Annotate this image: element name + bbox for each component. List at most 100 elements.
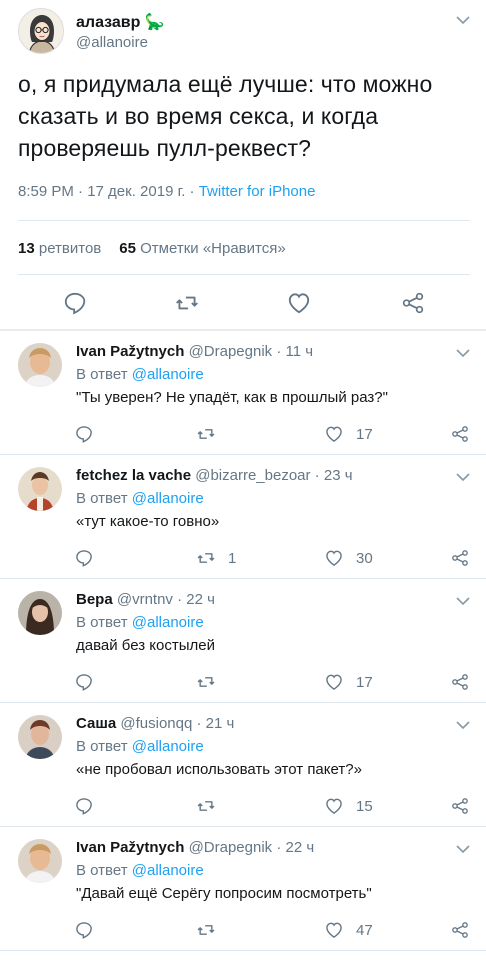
reply-tweet[interactable]: Ivan Pažytnych @Drapegnik · 22 ч В ответ… [0, 827, 486, 951]
reply-author-name[interactable]: fetchez la vache [76, 467, 191, 484]
chevron-down-icon[interactable] [455, 595, 471, 607]
reply-icon[interactable] [74, 796, 94, 816]
reply-header: Саша @fusionqq · 21 ч [76, 715, 234, 732]
reply-handle-time[interactable]: @Drapegnik · 22 ч [189, 839, 315, 856]
tweet-source[interactable]: Twitter for iPhone [199, 183, 316, 200]
tweet-time[interactable]: 8:59 PM · 17 дек. 2019 г. · [18, 183, 199, 200]
avatar-illustration [19, 9, 63, 53]
reply-tweet[interactable]: fetchez la vache @bizarre_bezoar · 23 ч … [0, 455, 486, 579]
chevron-down-icon[interactable] [455, 719, 471, 731]
reply-mention[interactable]: @allanoire [132, 738, 204, 755]
reply-author-name[interactable]: Вера [76, 591, 113, 608]
share-icon[interactable] [450, 920, 470, 940]
share-icon[interactable] [450, 548, 470, 568]
retweets-stat[interactable]: 13 ретвитов [18, 240, 101, 257]
reply-header: fetchez la vache @bizarre_bezoar · 23 ч [76, 467, 353, 484]
retweet-count: 1 [228, 550, 237, 567]
reply-handle-time[interactable]: @fusionqq · 21 ч [120, 715, 234, 732]
divider [18, 274, 470, 275]
reply-icon[interactable] [74, 920, 94, 940]
replying-to: В ответ @allanoire [76, 738, 204, 755]
author-name-line[interactable]: алазавр 🦕 [76, 12, 165, 32]
avatar-photo [18, 467, 62, 511]
reply-handle-time[interactable]: @Drapegnik · 11 ч [189, 343, 313, 360]
reply-prefix: В ответ [76, 614, 128, 631]
reply-mention[interactable]: @allanoire [132, 490, 204, 507]
reply-icon[interactable] [62, 290, 88, 316]
reply-tweet[interactable]: Ivan Pažytnych @Drapegnik · 11 ч В ответ… [0, 331, 486, 455]
reply-mention[interactable]: @allanoire [132, 614, 204, 631]
avatar-photo [18, 591, 62, 635]
share-icon[interactable] [450, 672, 470, 692]
reply-header: Ivan Pažytnych @Drapegnik · 11 ч [76, 343, 313, 360]
reply-mention[interactable]: @allanoire [132, 366, 204, 383]
like-count: 15 [356, 798, 373, 815]
reply-text: «не пробовал использовать этот пакет?» [76, 761, 362, 778]
avatar-photo [18, 715, 62, 759]
avatar-photo [18, 343, 62, 387]
author-handle[interactable]: @allanoire [76, 34, 148, 51]
avatar[interactable] [18, 467, 62, 511]
reply-author-name[interactable]: Ivan Pažytnych [76, 839, 184, 856]
retweet-icon[interactable] [196, 548, 216, 568]
retweets-count: 13 [18, 240, 35, 257]
avatar[interactable] [18, 715, 62, 759]
reply-header: Ivan Pažytnych @Drapegnik · 22 ч [76, 839, 314, 856]
avatar-photo [18, 839, 62, 883]
avatar[interactable] [18, 591, 62, 635]
chevron-down-icon[interactable] [455, 843, 471, 855]
avatar[interactable] [18, 343, 62, 387]
like-icon[interactable] [324, 548, 344, 568]
avatar[interactable] [18, 839, 62, 883]
share-icon[interactable] [400, 290, 426, 316]
share-icon[interactable] [450, 424, 470, 444]
reply-text: "Ты уверен? Не упадёт, как в прошлый раз… [76, 389, 388, 406]
reply-handle-time[interactable]: @vrntnv · 22 ч [117, 591, 215, 608]
replying-to: В ответ @allanoire [76, 366, 204, 383]
reply-tweet[interactable]: Саша @fusionqq · 21 ч В ответ @allanoire… [0, 703, 486, 827]
chevron-down-icon[interactable] [455, 471, 471, 483]
reply-prefix: В ответ [76, 366, 128, 383]
reply-icon[interactable] [74, 672, 94, 692]
retweet-icon[interactable] [196, 424, 216, 444]
like-count: 17 [356, 674, 373, 691]
like-icon[interactable] [286, 290, 312, 316]
retweet-icon[interactable] [196, 672, 216, 692]
like-icon[interactable] [324, 424, 344, 444]
reply-tweet[interactable]: Вера @vrntnv · 22 ч В ответ @allanoire д… [0, 579, 486, 703]
divider [18, 220, 470, 221]
share-icon[interactable] [450, 796, 470, 816]
reply-author-name[interactable]: Саша [76, 715, 116, 732]
author-name[interactable]: алазавр [76, 14, 140, 31]
chevron-down-icon[interactable] [455, 14, 471, 26]
like-count: 47 [356, 922, 373, 939]
reply-icon[interactable] [74, 424, 94, 444]
retweet-icon[interactable] [174, 290, 200, 316]
replying-to: В ответ @allanoire [76, 862, 204, 879]
tweet-meta: 8:59 PM · 17 дек. 2019 г. · Twitter for … [18, 183, 315, 200]
reply-text: «тут какое-то говно» [76, 513, 220, 530]
tweet-stats: 13 ретвитов 65 Отметки «Нравится» [18, 240, 286, 257]
retweets-label: ретвитов [38, 240, 102, 257]
reply-author-name[interactable]: Ivan Pažytnych [76, 343, 184, 360]
dinosaur-emoji: 🦕 [144, 14, 165, 31]
reply-text: "Давай ещё Серёгу попросим посмотреть" [76, 885, 372, 902]
chevron-down-icon[interactable] [455, 347, 471, 359]
retweet-icon[interactable] [196, 920, 216, 940]
like-count: 30 [356, 550, 373, 567]
reply-prefix: В ответ [76, 490, 128, 507]
main-tweet: алазавр 🦕 @allanoire о, я придумала ещё … [0, 0, 486, 331]
likes-stat[interactable]: 65 Отметки «Нравится» [119, 240, 285, 257]
like-icon[interactable] [324, 796, 344, 816]
author-avatar[interactable] [18, 8, 64, 54]
like-icon[interactable] [324, 672, 344, 692]
retweet-icon[interactable] [196, 796, 216, 816]
reply-prefix: В ответ [76, 862, 128, 879]
reply-mention[interactable]: @allanoire [132, 862, 204, 879]
reply-prefix: В ответ [76, 738, 128, 755]
reply-icon[interactable] [74, 548, 94, 568]
replying-to: В ответ @allanoire [76, 614, 204, 631]
like-icon[interactable] [324, 920, 344, 940]
reply-handle-time[interactable]: @bizarre_bezoar · 23 ч [195, 467, 352, 484]
reply-text: давай без костылей [76, 637, 215, 654]
